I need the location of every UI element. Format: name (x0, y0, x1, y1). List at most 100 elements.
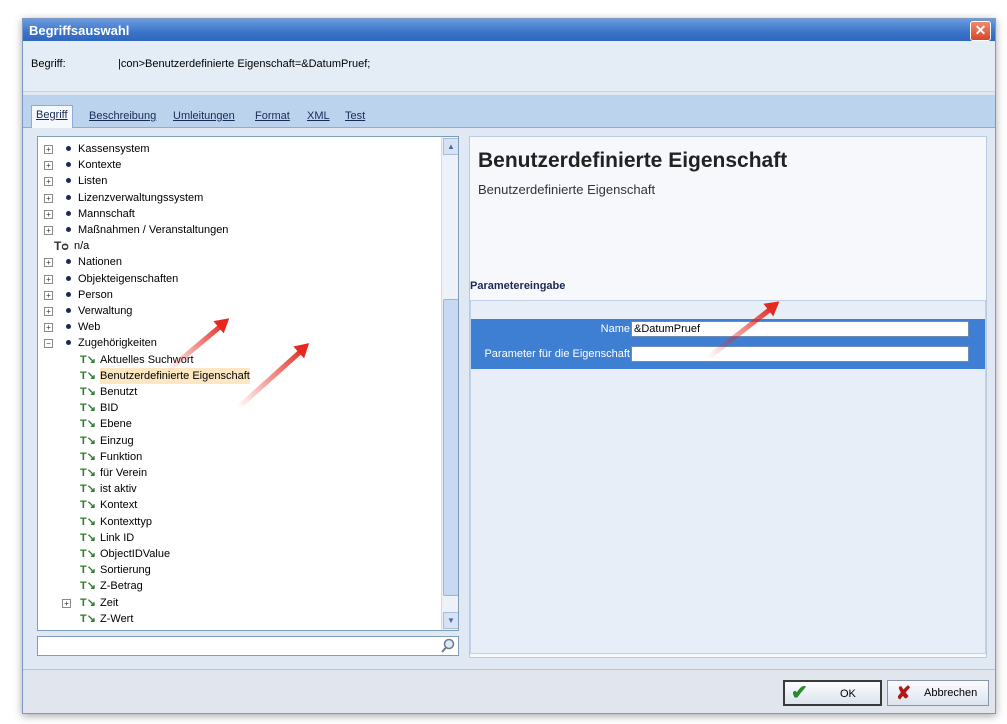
bullet-icon (66, 340, 71, 346)
tree-item[interactable]: T↘ für Verein (38, 465, 438, 481)
term-icon: T↘ (80, 515, 96, 528)
tree-item-label: Web (78, 321, 101, 334)
term-icon: Tᴑ (54, 239, 69, 254)
tree-item[interactable]: T↘ Link ID (38, 530, 438, 546)
bullet-icon (66, 291, 71, 297)
expand-icon[interactable]: + (44, 290, 53, 300)
chevron-down-icon[interactable]: ▼ (443, 612, 458, 629)
tree-item[interactable]: T↘ Aktuelles Suchwort (38, 352, 438, 368)
tab-test[interactable]: Test (341, 107, 369, 125)
check-icon: ✔ (791, 682, 808, 704)
term-icon: T↘ (80, 580, 96, 593)
term-icon: T↘ (80, 531, 96, 544)
tab-xml[interactable]: XML (303, 107, 334, 125)
tree-item[interactable]: T↘ Z-Wert (38, 611, 438, 627)
tree-item[interactable]: + Lizenzverwaltungssystem (38, 190, 438, 206)
chevron-up-icon[interactable]: ▲ (443, 138, 458, 155)
tab-beschreibung[interactable]: Beschreibung (85, 107, 160, 125)
tree-scrollbar[interactable]: ▲ ▼ (441, 137, 458, 630)
magnifier-icon[interactable] (440, 638, 456, 654)
close-button[interactable]: ✕ (970, 21, 991, 41)
tree-item-label: Z-Wert (100, 612, 134, 625)
tree-item-label: Mannschaft (78, 207, 135, 220)
expand-icon[interactable]: + (44, 258, 53, 268)
tree-item[interactable]: + Kassensystem (38, 141, 438, 157)
tab-begriff[interactable]: Begriff (31, 105, 73, 128)
term-icon: T↘ (80, 564, 96, 577)
tree-item[interactable]: + Maßnahmen / Veranstaltungen (38, 222, 438, 238)
tree-item[interactable]: − Zugehörigkeiten (38, 335, 438, 351)
term-icon: T↘ (80, 418, 96, 431)
tree-item[interactable]: + Person (38, 287, 438, 303)
expand-icon[interactable]: + (44, 209, 53, 219)
term-icon: T↘ (80, 369, 96, 382)
tree-item[interactable]: T↘ Kontexttyp (38, 514, 438, 530)
expand-icon[interactable]: + (44, 323, 53, 333)
detail-panel: Benutzerdefinierte Eigenschaft Benutzerd… (469, 136, 987, 658)
tree-item-label: Link ID (100, 531, 135, 544)
tree-item[interactable]: T↘ Funktion (38, 449, 438, 465)
expand-icon[interactable]: + (44, 274, 53, 284)
params-area: Name Parameter für die Eigenschaft (470, 300, 986, 654)
tree-item[interactable]: + Listen (38, 173, 438, 189)
ok-button[interactable]: ✔ OK (783, 680, 882, 706)
tree-item-label: ObjectIDValue (100, 548, 171, 560)
title-bar[interactable]: Begriffsauswahl ✕ (23, 19, 995, 41)
tree-item-label: Listen (78, 175, 108, 188)
expand-icon[interactable]: + (62, 598, 71, 608)
cancel-button[interactable]: ✘ Abbrechen (887, 680, 989, 706)
tree-item[interactable]: Tᴑ n/a (38, 238, 438, 254)
expand-icon[interactable]: + (44, 307, 53, 316)
bullet-icon (66, 275, 71, 281)
tab-umleitungen[interactable]: Umleitungen (169, 107, 239, 125)
expand-icon[interactable]: + (44, 226, 53, 235)
tree-item[interactable]: + Mannschaft (38, 206, 438, 222)
tree-item[interactable]: T↘ Kontext (38, 497, 438, 513)
tree-item-label: Zeit (100, 596, 119, 609)
bullet-icon (66, 162, 71, 168)
tree-item-label: für Verein (100, 467, 148, 479)
tree-item[interactable]: + Verwaltung (38, 303, 438, 319)
expand-icon[interactable]: + (44, 177, 53, 187)
detail-heading: Benutzerdefinierte Eigenschaft (478, 149, 788, 172)
tree-item[interactable]: T↘ ObjectIDValue (38, 546, 438, 562)
search-input[interactable] (37, 636, 459, 656)
tree-item[interactable]: T↘ ist aktiv (38, 481, 438, 497)
tree-item[interactable]: T↘ Einzug (38, 433, 438, 449)
tab-format[interactable]: Format (251, 107, 294, 125)
term-icon: T↘ (80, 467, 96, 479)
param-name-field[interactable] (631, 321, 969, 337)
tree-item[interactable]: + T↘ Zeit (38, 595, 438, 611)
cancel-x-icon: ✘ (896, 683, 912, 703)
tree-item[interactable]: + Nationen (38, 254, 438, 270)
expand-icon[interactable]: + (44, 193, 53, 203)
expand-icon[interactable]: + (44, 145, 53, 154)
term-tree[interactable]: + Kassensystem + Kontexte + Listen + Lizenzverw… (37, 136, 459, 631)
bullet-icon (66, 178, 71, 184)
tree-item[interactable]: T↘ Z-Betrag (38, 578, 438, 594)
term-label: Begriff: (31, 58, 66, 70)
tree-item[interactable]: T↘ Ebene (38, 416, 438, 432)
tree-item-label: BID (100, 402, 119, 415)
tree-item-label: ist aktiv (100, 483, 137, 496)
bullet-icon (66, 227, 71, 232)
tree-item-label: n/a (74, 240, 90, 253)
tree-item[interactable]: + Objekteigenschaften (38, 271, 438, 287)
expand-icon[interactable]: + (44, 161, 53, 171)
tree-item[interactable]: + Web (38, 319, 438, 335)
tree-item-label: Einzug (100, 434, 134, 447)
bullet-icon (66, 259, 71, 265)
tree-item[interactable]: T↘ Sortierung (38, 562, 438, 578)
tree-item[interactable]: T↘ Benutzt (38, 384, 438, 400)
collapse-icon[interactable]: − (44, 339, 53, 349)
window-title: Begriffsauswahl (29, 23, 130, 38)
bullet-icon (66, 210, 71, 216)
tree-item-label: Kontexttyp (100, 515, 152, 528)
scrollbar-thumb[interactable] (443, 299, 458, 596)
param-name-label: Name (600, 323, 630, 335)
tree-item[interactable]: T↘ Benutzerdefinierte Eigenschaft (38, 367, 438, 384)
tree-item[interactable]: + Kontexte (38, 157, 438, 173)
tree-item-label: Benutzerdefinierte Eigenschaft (100, 367, 250, 384)
term-icon: T↘ (80, 612, 96, 625)
param-eigenschaft-field[interactable] (631, 346, 969, 362)
